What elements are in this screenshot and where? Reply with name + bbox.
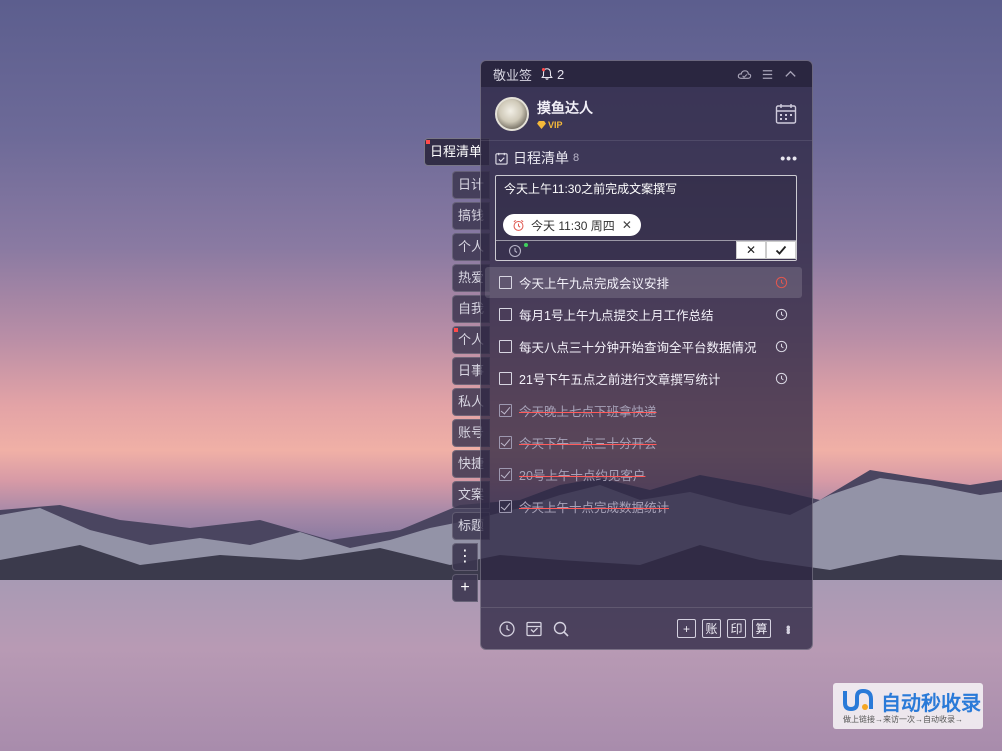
check-icon [775, 245, 787, 255]
watermark-icon [843, 688, 873, 712]
bell-icon [541, 68, 553, 80]
vip-label: VIP [548, 119, 563, 130]
status-dot [524, 243, 528, 247]
reminder-chip-label: 今天 11:30 周四 [531, 218, 615, 233]
task-row[interactable]: 21号下午五点之前进行文章撰写统计 [485, 363, 802, 394]
reminder-clock-icon[interactable] [775, 340, 788, 353]
new-task-text[interactable]: 今天上午11:30之前完成文案撰写 [496, 176, 796, 201]
more-options-button[interactable]: ••• [780, 150, 798, 166]
new-task-editor[interactable]: 今天上午11:30之前完成文案撰写 今天 11:30 周四 ✕ ✕ [495, 175, 797, 261]
notification-button[interactable]: 2 [540, 67, 564, 82]
calendar-icon[interactable] [774, 102, 798, 126]
reminder-chip[interactable]: 今天 11:30 周四 ✕ [503, 214, 641, 236]
archive-icon[interactable] [525, 620, 543, 638]
more-vertical-icon[interactable]: ••• [779, 625, 798, 633]
close-icon: ✕ [745, 242, 757, 257]
cancel-button[interactable]: ✕ [736, 240, 766, 259]
task-row-done[interactable]: 20号上午十点约见客户 [485, 459, 802, 490]
task-checkbox-checked[interactable] [499, 436, 512, 449]
watermark-logo: 自动秒收录 做上链接→来访一次→自动收录→ [833, 683, 983, 729]
checklist-icon [495, 152, 508, 165]
task-checkbox[interactable] [499, 340, 512, 353]
task-row-done[interactable]: 今天晚上七点下班拿快递 [485, 395, 802, 426]
task-label: 今天上午九点完成会议安排 [519, 277, 670, 291]
task-label: 今天晚上七点下班拿快递 [519, 405, 657, 419]
user-header: 摸鱼达人 VIP [481, 87, 812, 141]
flag-dot [426, 140, 430, 144]
menu-button[interactable] [757, 64, 777, 84]
task-checkbox-checked[interactable] [499, 468, 512, 481]
list-title: 日程清单 [513, 150, 569, 166]
ledger-button[interactable]: 账 [702, 619, 721, 638]
more-tabs-button[interactable]: ⋮ [452, 543, 478, 571]
search-icon[interactable] [552, 620, 570, 638]
task-label: 今天上午十点完成数据统计 [519, 501, 670, 515]
remove-reminder-button[interactable]: ✕ [622, 218, 632, 232]
task-checkbox-checked[interactable] [499, 404, 512, 417]
task-label: 21号下午五点之前进行文章撰写统计 [519, 373, 721, 387]
clock-icon[interactable] [498, 620, 516, 638]
clock-icon[interactable] [508, 244, 522, 258]
task-row-done[interactable]: 今天下午一点三十分开会 [485, 427, 802, 458]
task-label: 20号上午十点约见客户 [519, 469, 646, 483]
task-row-done[interactable]: 今天上午十点完成数据统计 [485, 491, 802, 522]
menu-icon [762, 69, 772, 79]
task-row[interactable]: 今天上午九点完成会议安排 [485, 267, 802, 298]
task-label: 每天八点三十分钟开始查询全平台数据情况 [519, 341, 757, 355]
calculator-button[interactable]: 算 [752, 619, 771, 638]
footer-toolbar: + 账 印 算 ••• [481, 607, 812, 649]
task-checkbox[interactable] [499, 276, 512, 289]
reminder-clock-icon[interactable] [775, 276, 788, 289]
task-checkbox[interactable] [499, 372, 512, 385]
watermark-subtext: 做上链接→来访一次→自动收录→ [843, 715, 963, 724]
alarm-icon [513, 219, 524, 231]
task-row[interactable]: 每天八点三十分钟开始查询全平台数据情况 [485, 331, 802, 362]
task-checkbox-checked[interactable] [499, 500, 512, 513]
main-panel: 敬业签 2 摸鱼达人 VIP 日程清单 8 ••• 今天上午11:30之前完成文… [480, 60, 813, 650]
watermark-text: 自动秒收录 [881, 693, 981, 715]
add-tab-button[interactable]: + [452, 574, 478, 602]
print-button[interactable]: 印 [727, 619, 746, 638]
reminder-clock-icon[interactable] [775, 308, 788, 321]
side-tab-label: 日程清单 [430, 144, 483, 159]
diamond-icon [537, 120, 546, 129]
flag-dot [454, 328, 458, 332]
title-bar: 敬业签 2 [481, 61, 812, 87]
task-list: 今天上午九点完成会议安排 每月1号上午九点提交上月工作总结 每天八点三十分钟开始… [481, 267, 812, 522]
editor-toolbar: ✕ [496, 240, 796, 260]
task-label: 每月1号上午九点提交上月工作总结 [519, 309, 714, 323]
task-label: 今天下午一点三十分开会 [519, 437, 657, 451]
task-checkbox[interactable] [499, 308, 512, 321]
cloud-sync-button[interactable] [734, 64, 754, 84]
editor-actions: ✕ [736, 240, 796, 261]
cloud-icon [737, 69, 751, 79]
task-row[interactable]: 每月1号上午九点提交上月工作总结 [485, 299, 802, 330]
reminder-clock-icon[interactable] [775, 372, 788, 385]
confirm-button[interactable] [766, 240, 796, 259]
vip-badge[interactable]: VIP [537, 120, 593, 130]
user-name: 摸鱼达人 [537, 99, 593, 116]
add-button[interactable]: + [677, 619, 696, 638]
list-count: 8 [573, 152, 580, 164]
list-header: 日程清单 8 ••• [481, 141, 812, 175]
chevron-up-icon [784, 70, 796, 77]
user-info: 摸鱼达人 VIP [537, 98, 593, 130]
app-title: 敬业签 [493, 67, 533, 83]
notification-count: 2 [557, 66, 565, 82]
avatar[interactable] [495, 96, 529, 131]
collapse-button[interactable] [780, 64, 800, 84]
